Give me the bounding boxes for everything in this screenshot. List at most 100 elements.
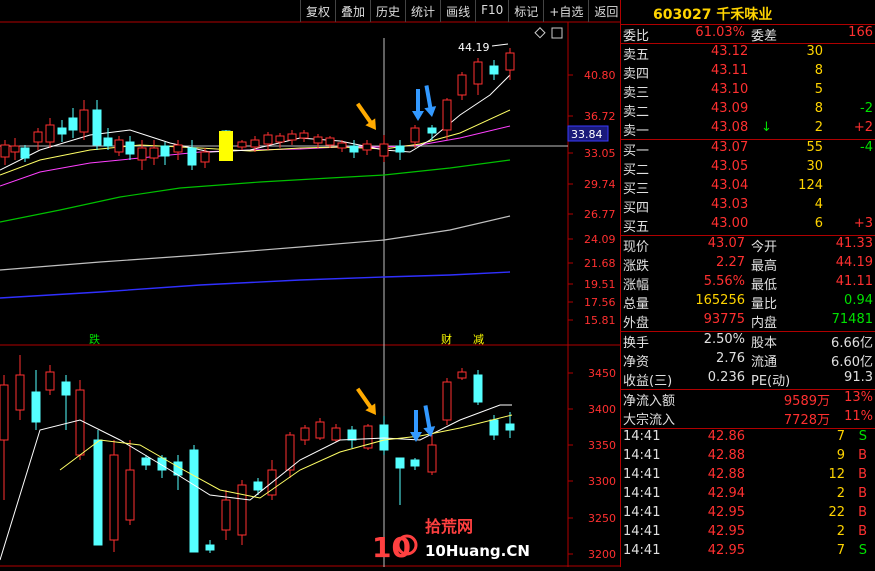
toolbar-button-back[interactable]: 返回	[588, 0, 623, 22]
blue-arrow-icon-shape	[412, 89, 424, 121]
toolbar-button-biaoji[interactable]: 标记	[508, 0, 543, 22]
asks-change: -2	[860, 101, 873, 116]
tick-volume: 22	[828, 505, 845, 520]
bids-row: 买五 43.00 6 +3	[621, 216, 875, 235]
quote-label: 现价	[623, 240, 650, 255]
toolbar-button-huaxian[interactable]: 画线	[440, 0, 475, 22]
asks-row: 卖三 43.10 5	[621, 82, 875, 101]
yellow-highlight-candle	[219, 131, 233, 161]
sub-candle-body	[141, 457, 151, 466]
diff-value: 166	[848, 25, 873, 40]
price-candle-body	[379, 143, 389, 157]
price-candle-body	[57, 127, 67, 135]
toolbar-button-add-favorite[interactable]: +自选	[543, 0, 588, 22]
asks-row: 卖二 43.09 8 -2	[621, 101, 875, 120]
fundamentals-list: 换手 2.50% 股本 6.66亿 净资 2.76 流通 6.60亿 收益(三) 0.236 PE(…	[621, 331, 875, 389]
price-candle-body	[173, 144, 183, 153]
kline-chart-area[interactable]: 40.80 36.72 33.05 29.74 26.77 24.09 21.68 19.51…	[0, 0, 620, 567]
toolbar-button-lishi[interactable]: 历史	[370, 0, 405, 22]
asks-price: 43.10	[711, 82, 749, 97]
sub-candle-body	[457, 371, 467, 379]
price-candle-body	[0, 144, 10, 158]
bids-qty: 4	[814, 197, 823, 212]
bids-price: 43.00	[711, 216, 749, 231]
fundamental-label: PE(动)	[751, 374, 791, 389]
tick-side: B	[858, 448, 867, 463]
quote-value: 165256	[695, 293, 745, 308]
tick-volume: 2	[836, 486, 845, 501]
quote-row: 外盘 93775 内盘 71481	[621, 312, 875, 331]
price-candle-body	[489, 65, 499, 75]
price-candle-body	[92, 109, 102, 146]
blue-arrow-icon	[412, 89, 424, 121]
sub-candle-body	[505, 423, 515, 431]
sub-candle-body	[473, 374, 483, 403]
quote-value: 41.33	[835, 236, 873, 251]
quote-row: 现价 43.07 今开 41.33	[621, 236, 875, 255]
price-candle-body	[442, 99, 452, 131]
quote-label: 内盘	[751, 316, 778, 331]
bids-price: 43.05	[711, 159, 749, 174]
bids-row: 买三 43.04 124	[621, 178, 875, 197]
bids-label: 买一	[623, 144, 650, 159]
tick-row: 14:41 42.88 12 B	[621, 467, 875, 486]
price-candle-body	[137, 147, 147, 161]
tick-volume: 7	[836, 429, 845, 444]
down-arrow-icon: ↓	[761, 120, 772, 135]
quote-value: 43.07	[707, 236, 745, 251]
bid-list: 买一 43.07 55 -4 买二 43.05 30 买三 43.04 124 买四 43.03 4 买五…	[621, 139, 875, 235]
quote-row: 涨幅 5.56% 最低 41.11	[621, 274, 875, 293]
kline-svg[interactable]: 40.80 36.72 33.05 29.74 26.77 24.09 21.68 19.51…	[0, 0, 620, 567]
asks-price: 43.09	[711, 101, 749, 116]
diamond-icon	[534, 27, 546, 39]
asks-row: 卖五 43.12 30	[621, 44, 875, 63]
tick-side: B	[858, 505, 867, 520]
toolbar-button-f10[interactable]: F10	[475, 0, 508, 22]
fundamental-label: 股本	[751, 336, 778, 351]
ma60-line	[0, 159, 511, 223]
asks-qty: 30	[806, 44, 823, 59]
price-candle-body	[349, 145, 359, 153]
price-candle-body	[337, 142, 347, 149]
bids-label: 买五	[623, 220, 650, 235]
stock-title: 603027 千禾味业	[621, 0, 875, 25]
flow-value: 9589万	[783, 394, 830, 409]
sub-axis-label: 3350	[588, 439, 616, 452]
toolbar-button-tongji[interactable]: 统计	[405, 0, 440, 22]
maximize-icon	[551, 27, 563, 39]
price-candle-body	[457, 74, 467, 96]
orange-arrow-icon	[356, 102, 376, 130]
quote-value: 41.11	[835, 274, 873, 289]
quote-label: 涨跌	[623, 259, 650, 274]
price-candle-body	[149, 147, 159, 159]
fundamental-value: 91.3	[844, 370, 873, 385]
flow-label: 大宗流入	[623, 413, 676, 428]
sub-candle-body	[331, 427, 341, 441]
toolbar-button-diejia[interactable]: 叠加	[335, 0, 370, 22]
tick-row: 14:41 42.95 7 S	[621, 543, 875, 562]
quote-label: 总量	[623, 297, 650, 312]
bids-row: 买一 43.07 55 -4	[621, 140, 875, 159]
bids-label: 买四	[623, 201, 650, 216]
bids-change: +3	[853, 216, 873, 231]
price-candle-body	[250, 139, 260, 148]
bids-label: 买二	[623, 163, 650, 178]
tick-row: 14:41 42.95 2 B	[621, 524, 875, 543]
quote-value: 93775	[703, 312, 745, 327]
toolbar-button-fuquan[interactable]: 复权	[300, 0, 335, 22]
sub-candle-body	[109, 454, 119, 541]
sub-candle-body	[285, 434, 295, 471]
tick-volume: 7	[836, 543, 845, 558]
tick-price: 42.95	[707, 543, 745, 558]
tick-volume: 2	[836, 524, 845, 539]
capital-flow-list: 净流入额 9589万 13% 大宗流入 7728万 11%	[621, 389, 875, 428]
sub-axis-label: 3250	[588, 512, 616, 525]
quote-label: 今开	[751, 240, 778, 255]
event-marker: 跌	[89, 332, 100, 346]
asks-label: 卖一	[623, 124, 650, 139]
tick-list[interactable]: 14:41 42.86 7 S 14:41 42.88 9 B 14:41 42.88 12 B 14:…	[621, 428, 875, 562]
asks-price: 43.08	[711, 120, 749, 135]
orange-arrow-icon	[356, 387, 376, 415]
price-candle-body	[103, 137, 113, 147]
quote-label: 涨幅	[623, 278, 650, 293]
